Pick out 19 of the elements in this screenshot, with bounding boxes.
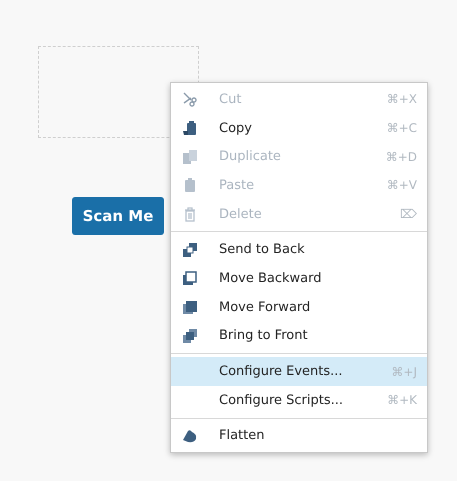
stacked-squares-icon <box>182 328 198 344</box>
stacked-squares-icon <box>182 270 198 286</box>
menu-item[interactable]: Configure Scripts... ⌘+K <box>171 386 427 415</box>
blob-icon <box>182 428 198 444</box>
menu-item[interactable]: Bring to Front <box>171 322 427 350</box>
clipboard-icon <box>182 177 198 194</box>
clipboard-icon <box>182 120 198 136</box>
menu-item[interactable]: Move Backward <box>171 264 427 293</box>
scan-me-button[interactable]: Scan Me <box>72 197 164 235</box>
duplicate-icon <box>182 148 198 165</box>
stacked-squares-icon <box>182 242 198 258</box>
menu-item[interactable]: Move Forward <box>171 292 427 322</box>
menu-item[interactable]: Configure Events... ⌘+J <box>171 357 427 386</box>
trash-icon <box>182 206 198 222</box>
menu-item[interactable]: Copy ⌘+C <box>171 114 427 142</box>
scissors-icon <box>182 91 198 108</box>
stacked-squares-icon <box>182 299 198 316</box>
menu-item[interactable]: Flatten <box>171 422 427 450</box>
menu-item[interactable]: Send to Back <box>171 235 427 264</box>
